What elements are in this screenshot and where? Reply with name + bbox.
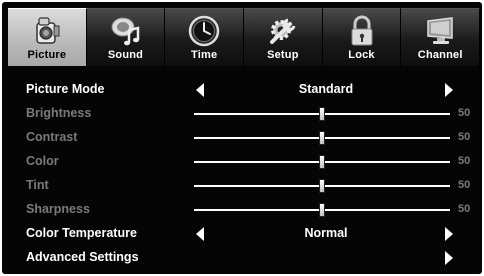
color-temperature-value: Normal — [304, 226, 348, 240]
tab-label: Time — [191, 49, 218, 61]
tab-label: Picture — [27, 49, 67, 61]
tint-row[interactable]: Tint 50 — [6, 174, 482, 198]
brightness-slider[interactable] — [194, 107, 450, 121]
brightness-row[interactable]: Brightness 50 — [6, 102, 482, 126]
osd-menu-window: Picture Sound Time Setup Lock Channel Pi… — [2, 2, 482, 274]
slider-thumb[interactable] — [319, 155, 325, 169]
right-arrow-icon[interactable] — [445, 83, 453, 97]
color-slider[interactable] — [194, 155, 450, 169]
padlock-icon — [351, 15, 373, 46]
tint-slider[interactable] — [194, 179, 450, 193]
tint-label: Tint — [26, 178, 49, 192]
tab-picture[interactable]: Picture — [8, 8, 87, 66]
color-temperature-label: Color Temperature — [26, 226, 137, 240]
right-arrow-icon[interactable] — [445, 251, 453, 265]
contrast-value: 50 — [458, 131, 471, 143]
gear-wrench-icon — [269, 18, 296, 44]
sharpness-row[interactable]: Sharpness 50 — [6, 198, 482, 222]
monitor-icon — [427, 17, 453, 44]
advanced-settings-row[interactable]: Advanced Settings — [6, 246, 482, 270]
advanced-settings-label: Advanced Settings — [26, 250, 139, 264]
slider-thumb[interactable] — [319, 107, 325, 121]
brightness-value: 50 — [458, 107, 471, 119]
tint-value: 50 — [458, 179, 471, 191]
picture-settings-list: Picture Mode Standard Brightness 50 Cont… — [6, 70, 482, 276]
tab-channel[interactable]: Channel — [401, 8, 481, 66]
contrast-label: Contrast — [26, 130, 78, 144]
left-arrow-icon[interactable] — [196, 227, 204, 241]
left-arrow-icon[interactable] — [196, 83, 204, 97]
sharpness-slider[interactable] — [194, 203, 450, 217]
sharpness-label: Sharpness — [26, 202, 90, 216]
clock-icon — [188, 15, 220, 47]
tab-setup[interactable]: Setup — [244, 8, 323, 66]
color-row[interactable]: Color 50 — [6, 150, 482, 174]
contrast-slider[interactable] — [194, 131, 450, 145]
tab-label: Lock — [348, 49, 375, 61]
tab-lock[interactable]: Lock — [322, 8, 402, 66]
color-temperature-row[interactable]: Color Temperature Normal — [6, 222, 482, 246]
picture-mode-label: Picture Mode — [26, 82, 105, 96]
picture-mode-row[interactable]: Picture Mode Standard — [6, 78, 482, 102]
slider-thumb[interactable] — [319, 179, 325, 193]
picture-mode-value: Standard — [298, 82, 354, 96]
tab-sound[interactable]: Sound — [86, 8, 166, 66]
sharpness-value: 50 — [458, 203, 471, 215]
camera-icon — [36, 17, 60, 44]
right-arrow-icon[interactable] — [445, 227, 453, 241]
tab-label: Sound — [107, 49, 144, 61]
brightness-label: Brightness — [26, 106, 92, 120]
color-label: Color — [26, 154, 59, 168]
contrast-row[interactable]: Contrast 50 — [6, 126, 482, 150]
menu-tab-bar: Picture Sound Time Setup Lock Channel — [8, 8, 481, 66]
slider-thumb[interactable] — [319, 203, 325, 217]
tab-label: Channel — [417, 49, 463, 61]
color-value: 50 — [458, 155, 471, 167]
tab-time[interactable]: Time — [165, 8, 245, 66]
tab-label: Setup — [267, 49, 299, 61]
speaker-music-icon — [111, 17, 139, 46]
slider-thumb[interactable] — [319, 131, 325, 145]
